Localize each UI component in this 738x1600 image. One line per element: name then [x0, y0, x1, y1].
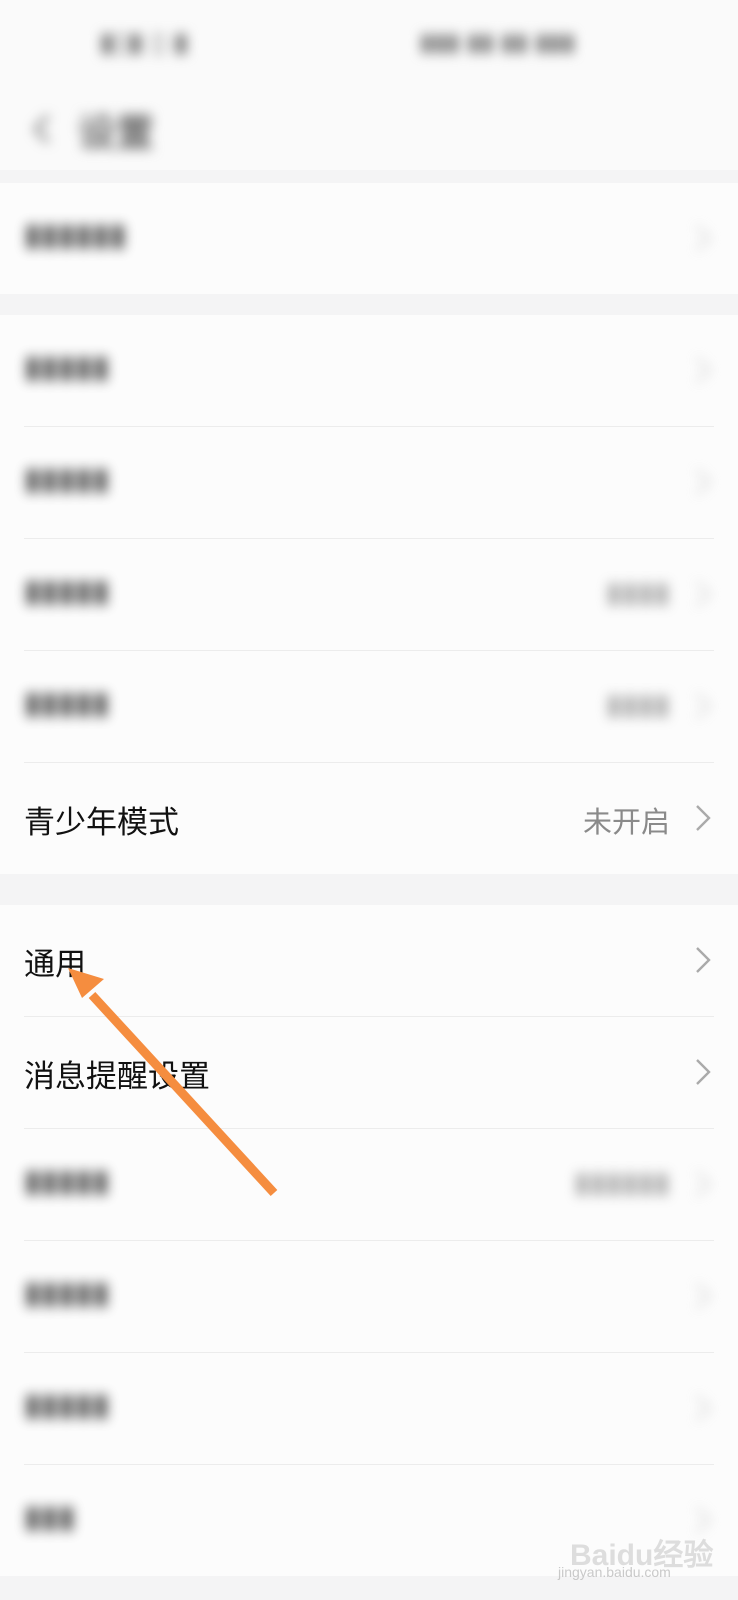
settings-row-notifications[interactable]: 消息提醒设置: [24, 1017, 714, 1129]
status-bar-right: ▮▮▮ ▮▮ ▮▮ ▮▮▮: [420, 28, 575, 56]
baidu-watermark: Baidu经验 jingyan.baidu.com: [556, 1518, 726, 1580]
nav-header: 设置: [0, 90, 738, 170]
settings-row-label: ▮▮▮: [24, 1499, 76, 1535]
back-chevron-icon: [33, 114, 50, 144]
notification-settings-label: 消息提醒设置: [24, 1059, 210, 1095]
settings-group-2: ▮▮▮▮▮ ▮▮▮▮▮ ▮▮▮▮▮ ▮▮▮▮ ▮▮▮▮▮ ▮▮▮▮ 青少年模式 …: [0, 315, 738, 874]
chevron-right-icon: [694, 1281, 712, 1311]
settings-row-label: ▮▮▮▮▮: [24, 1275, 110, 1311]
settings-row-label: ▮▮▮▮▮: [24, 1387, 110, 1423]
settings-row-youth-mode[interactable]: 青少年模式 未开启: [24, 763, 714, 874]
chevron-right-icon: [694, 1057, 712, 1087]
back-button[interactable]: [22, 104, 62, 154]
settings-row-label: ▮▮▮▮▮: [24, 573, 110, 609]
settings-group-1: ▮▮▮▮▮▮: [0, 183, 738, 294]
page-title: 设置: [78, 111, 155, 155]
settings-row[interactable]: ▮▮▮▮▮ ▮▮▮▮: [24, 651, 714, 763]
status-bar: ▮▯▮ ▯ ▮ ▮▮▮ ▮▮ ▮▮ ▮▮▮: [0, 0, 738, 90]
settings-group-3: 通用 消息提醒设置 ▮▮▮▮▮ ▮▮▮▮▮▮ ▮▮▮▮▮ ▮▮▮▮▮ ▮▮▮: [0, 905, 738, 1576]
chevron-right-icon: [694, 1393, 712, 1423]
settings-row-label: ▮▮▮▮▮: [24, 461, 110, 497]
settings-row-general[interactable]: 通用: [24, 905, 714, 1017]
settings-row-label: ▮▮▮▮▮▮: [24, 217, 127, 253]
youth-mode-label: 青少年模式: [24, 805, 179, 841]
chevron-right-icon: [694, 467, 712, 497]
settings-row-value: ▮▮▮▮: [606, 687, 670, 721]
chevron-right-icon: [694, 803, 712, 833]
settings-row-value: ▮▮▮▮: [606, 575, 670, 609]
settings-row[interactable]: ▮▮▮▮▮ ▮▮▮▮▮▮: [24, 1129, 714, 1241]
settings-row-value: ▮▮▮▮▮▮: [574, 1165, 670, 1199]
settings-row[interactable]: ▮▮▮▮▮: [24, 1241, 714, 1353]
general-label: 通用: [24, 947, 86, 983]
chevron-right-icon: [694, 579, 712, 609]
settings-row-label: ▮▮▮▮▮: [24, 349, 110, 385]
chevron-right-icon: [694, 223, 712, 253]
chevron-right-icon: [694, 691, 712, 721]
youth-mode-status: 未开启: [582, 805, 670, 839]
settings-row[interactable]: ▮▮▮▮▮ ▮▮▮▮: [24, 539, 714, 651]
chevron-right-icon: [694, 1169, 712, 1199]
chevron-right-icon: [694, 355, 712, 385]
settings-row-label: ▮▮▮▮▮: [24, 685, 110, 721]
status-bar-left: ▮▯▮ ▯ ▮: [100, 28, 189, 58]
settings-row[interactable]: ▮▮▮▮▮: [24, 427, 714, 539]
chevron-right-icon: [694, 945, 712, 975]
settings-row-label: ▮▮▮▮▮: [24, 1163, 110, 1199]
settings-row[interactable]: ▮▮▮▮▮▮: [24, 183, 714, 294]
settings-row[interactable]: ▮▮▮▮▮: [24, 315, 714, 427]
settings-row[interactable]: ▮▮▮▮▮: [24, 1353, 714, 1465]
watermark-url: jingyan.baidu.com: [558, 1564, 671, 1580]
